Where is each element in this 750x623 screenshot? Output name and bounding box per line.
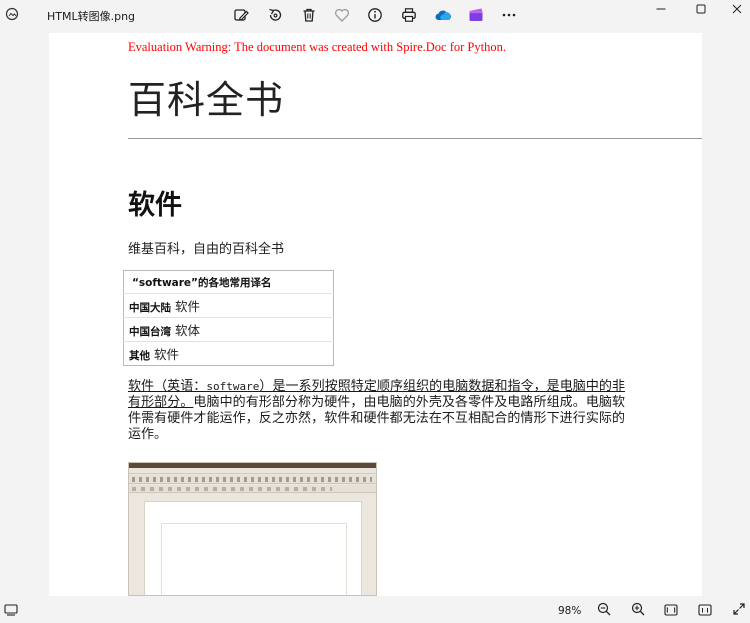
file-name: HTML转图像.png (47, 10, 136, 23)
article-subtitle: 维基百科，自由的百科全书 (128, 242, 285, 257)
table-header-row: “software”的各地常用译名 (123, 270, 334, 294)
article-heading: 软件 (128, 190, 182, 221)
evaluation-warning: Evaluation Warning: The document was cre… (128, 40, 506, 54)
row-key: 其他 (129, 350, 150, 362)
title-divider (128, 138, 702, 139)
edit-image-button[interactable] (229, 4, 253, 26)
paragraph-text: 电脑中的有形部分称为硬件，由电脑的外壳及各零件及电路所组成。电脑软件需有硬件才能… (128, 395, 625, 442)
favorite-icon (334, 7, 350, 23)
filmstrip-icon (4, 601, 18, 620)
paragraph-term: software (206, 380, 260, 393)
table-cell: 其他 软件 (124, 342, 334, 366)
photos-app-icon (5, 6, 19, 21)
title-bar: HTML转图像.png (0, 0, 750, 30)
status-bar: 98% (0, 596, 750, 623)
screenshot-page-outline (161, 523, 347, 595)
zoom-out-button[interactable] (593, 600, 615, 620)
close-icon (732, 0, 742, 18)
row-value: 软件 (175, 299, 201, 314)
onedrive-button[interactable] (431, 4, 455, 26)
delete-icon (301, 7, 317, 23)
document-page: Evaluation Warning: The document was cre… (49, 33, 702, 596)
actual-size-icon (698, 601, 712, 620)
table-row: 中国台湾 软体 (123, 317, 334, 342)
actual-size-button[interactable] (694, 600, 716, 620)
zoom-out-icon (597, 601, 611, 620)
clipchamp-icon (468, 7, 484, 23)
screenshot-menubar (129, 468, 376, 474)
info-button[interactable] (363, 4, 387, 26)
close-window-button[interactable] (722, 0, 750, 16)
paragraph-link-start: 软件（英语： (128, 379, 207, 394)
zoom-in-button[interactable] (627, 600, 649, 620)
screenshot-format-icons (132, 487, 332, 491)
clipchamp-button[interactable] (464, 4, 488, 26)
zoom-in-icon (631, 601, 645, 620)
info-icon (367, 7, 383, 23)
zoom-level[interactable]: 98% (558, 605, 581, 617)
translation-table: “software”的各地常用译名 中国大陆 软件 中国台湾 软体 其他 软件 (123, 270, 334, 366)
table-cell: 中国台湾 软体 (123, 317, 334, 342)
table-row: 其他 软件 (124, 342, 334, 366)
table-cell: 中国大陆 软件 (123, 293, 334, 318)
image-viewport[interactable]: Evaluation Warning: The document was cre… (0, 30, 750, 596)
row-key: 中国台湾 (129, 326, 171, 338)
rotate-icon (267, 7, 283, 23)
onedrive-icon (434, 8, 452, 22)
minimize-icon (656, 0, 666, 18)
table-header: “software”的各地常用译名 (123, 270, 334, 294)
fit-window-icon (664, 601, 678, 620)
fullscreen-button[interactable] (728, 600, 750, 620)
more-icon (501, 7, 517, 23)
maximize-icon (696, 0, 706, 18)
fullscreen-icon (732, 601, 746, 620)
software-screenshot-image (128, 462, 377, 596)
favorite-button[interactable] (330, 4, 354, 26)
row-value: 软体 (175, 323, 201, 338)
row-key: 中国大陆 (129, 302, 171, 314)
filmstrip-button[interactable] (0, 600, 22, 620)
edit-image-icon (233, 7, 249, 23)
body-paragraph: 软件（英语：software）是一系列按照特定顺序组织的电脑数据和指令，是电脑中… (128, 379, 625, 443)
fit-to-window-button[interactable] (660, 600, 682, 620)
minimize-button[interactable] (646, 0, 676, 16)
screenshot-toolbar-icons (132, 477, 372, 482)
print-button[interactable] (397, 4, 421, 26)
more-button[interactable] (497, 4, 521, 26)
maximize-button[interactable] (686, 0, 716, 16)
table-row: 中国大陆 软件 (123, 293, 334, 318)
page-title: 百科全书 (128, 78, 285, 122)
row-value: 软件 (154, 347, 180, 362)
rotate-button[interactable] (263, 4, 287, 26)
delete-button[interactable] (297, 4, 321, 26)
print-icon (401, 7, 417, 23)
